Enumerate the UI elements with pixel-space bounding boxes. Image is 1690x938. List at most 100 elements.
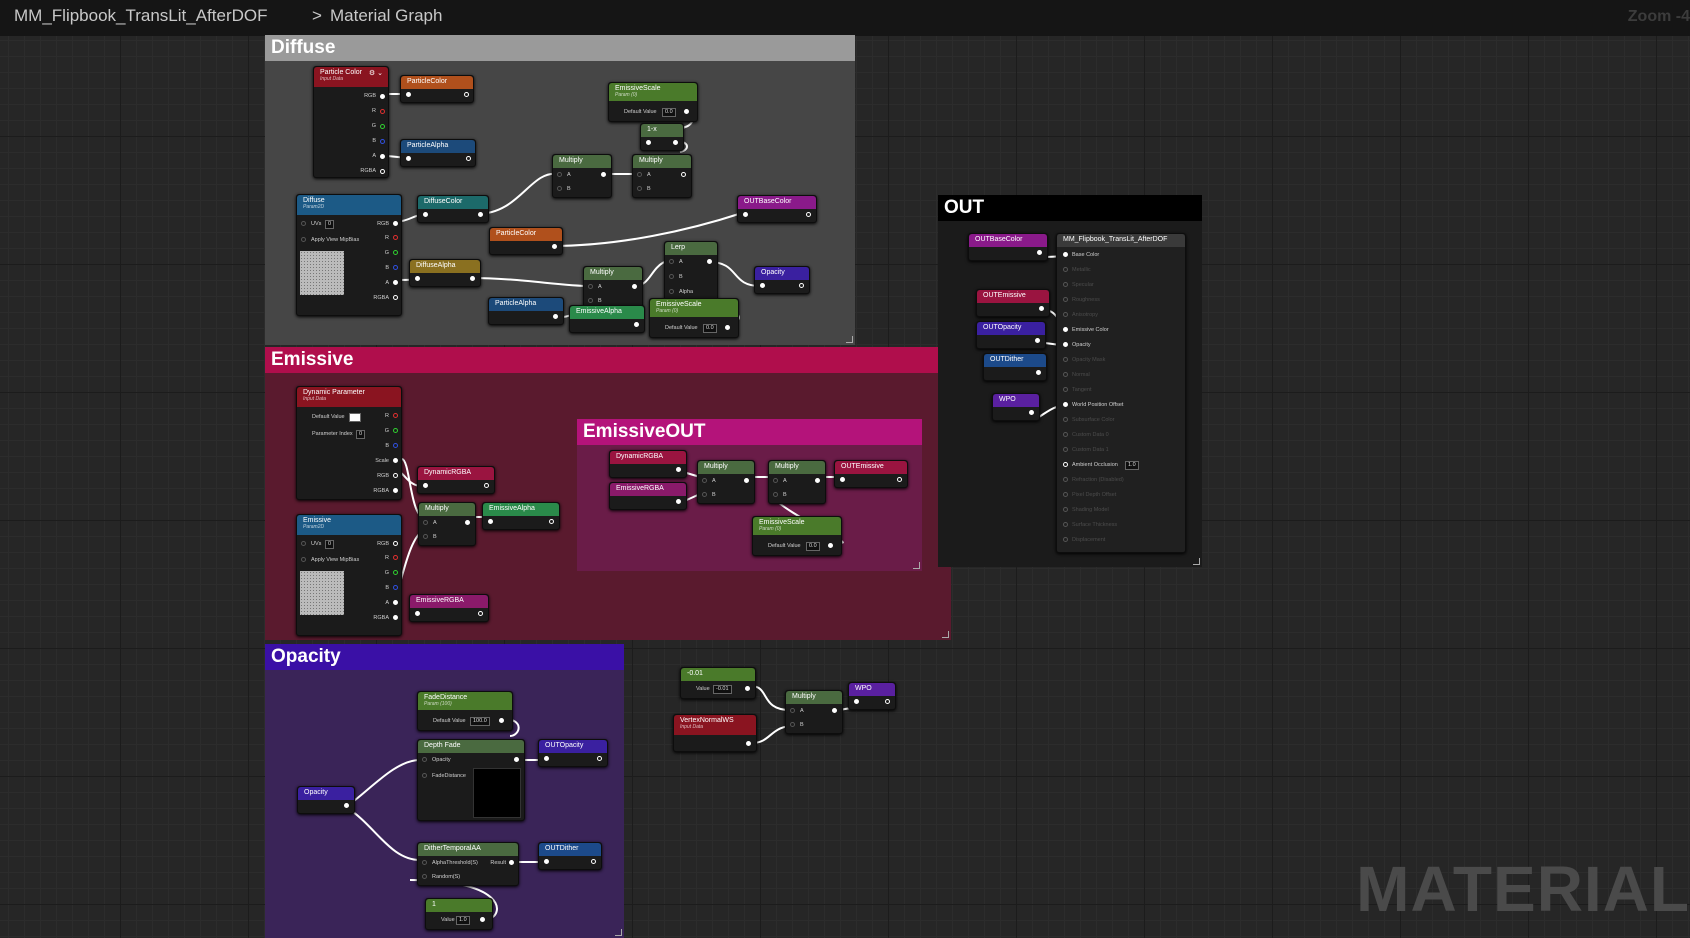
node-header[interactable]: EmissiveScale Param (0)	[609, 83, 697, 101]
multiply-node-3[interactable]: Multiply A B	[583, 266, 643, 310]
output-pin[interactable]	[673, 140, 678, 145]
node-header[interactable]: EmissiveScale Param (0)	[650, 299, 738, 317]
input-pin[interactable]	[702, 478, 707, 483]
node-header[interactable]: OUTBaseColor	[738, 196, 816, 209]
node-header[interactable]: Multiply	[419, 503, 475, 516]
dynamic-rgba-set[interactable]: DynamicRGBA	[417, 466, 495, 494]
input-pin[interactable]	[406, 156, 411, 161]
output-pin[interactable]	[380, 154, 385, 159]
result-input-pin[interactable]	[1063, 432, 1068, 437]
output-pin[interactable]	[815, 478, 820, 483]
node-header[interactable]: ParticleColor	[490, 228, 562, 241]
value-field[interactable]: 100.0	[470, 717, 490, 726]
node-header[interactable]: FadeDistance Param (100)	[418, 692, 512, 710]
output-pin[interactable]	[380, 94, 385, 99]
diffuse-color-reroute[interactable]: DiffuseColor	[417, 195, 489, 223]
node-header[interactable]: OUTEmissive	[977, 290, 1049, 303]
result-input-pin[interactable]	[1063, 402, 1068, 407]
multiply-node-o1[interactable]: Multiply A B	[697, 460, 755, 504]
out-base-color-set[interactable]: OUTBaseColor	[737, 195, 817, 223]
input-pin[interactable]	[669, 274, 674, 279]
output-pin[interactable]	[393, 295, 398, 300]
node-header[interactable]: EmissiveRGBA	[410, 595, 488, 608]
input-pin[interactable]	[422, 860, 427, 865]
output-pin[interactable]	[380, 124, 385, 129]
result-input-pin[interactable]	[1063, 537, 1068, 542]
value-field[interactable]: 0.0	[662, 108, 676, 117]
input-pin[interactable]	[637, 172, 642, 177]
output-pin[interactable]	[499, 718, 504, 723]
result-input-pin[interactable]	[1063, 282, 1068, 287]
input-pin[interactable]	[588, 284, 593, 289]
input-pin[interactable]	[488, 519, 493, 524]
result-input-pin[interactable]	[1063, 387, 1068, 392]
node-header[interactable]: Multiply	[584, 267, 642, 280]
output-pin[interactable]	[344, 803, 349, 808]
multiply-node-o2[interactable]: Multiply A B	[768, 460, 826, 504]
result-input-pin[interactable]	[1063, 312, 1068, 317]
input-pin[interactable]	[423, 534, 428, 539]
out-opacity-set[interactable]: OUTOpacity	[538, 739, 608, 767]
input-pin[interactable]	[773, 492, 778, 497]
input-pin[interactable]	[773, 478, 778, 483]
output-pin[interactable]	[832, 708, 837, 713]
node-header[interactable]: Multiply	[633, 155, 691, 168]
output-pin[interactable]	[681, 172, 686, 177]
output-pin[interactable]	[393, 250, 398, 255]
output-pin[interactable]	[746, 741, 751, 746]
input-pin[interactable]	[406, 92, 411, 97]
node-header[interactable]: Dynamic Parameter Input Data	[297, 387, 401, 407]
node-header[interactable]: -0.01	[681, 668, 755, 681]
output-pin[interactable]	[393, 265, 398, 270]
input-pin[interactable]	[743, 212, 748, 217]
node-header[interactable]: EmissiveAlpha	[570, 306, 644, 319]
emissive-texture-param[interactable]: Emissive Param2D UVs 0 Apply View MipBia…	[296, 514, 402, 636]
input-pin[interactable]	[840, 477, 845, 482]
multiply-node-e1[interactable]: Multiply A B	[418, 502, 476, 546]
node-header[interactable]: DiffuseColor	[418, 196, 488, 209]
output-pin[interactable]	[725, 325, 730, 330]
output-pin[interactable]	[393, 443, 398, 448]
output-pin[interactable]	[380, 169, 385, 174]
multiply-node-2[interactable]: Multiply A B	[632, 154, 692, 198]
resize-grip-icon[interactable]	[615, 929, 622, 936]
output-pin[interactable]	[632, 284, 637, 289]
output-pin[interactable]	[393, 570, 398, 575]
input-pin[interactable]	[423, 520, 428, 525]
input-pin[interactable]	[422, 874, 427, 879]
node-header[interactable]: ParticleAlpha	[489, 298, 563, 311]
resize-grip-icon[interactable]	[1193, 558, 1200, 565]
input-pin[interactable]	[669, 259, 674, 264]
input-pin[interactable]	[423, 483, 428, 488]
output-pin[interactable]	[393, 555, 398, 560]
node-header[interactable]: ParticleAlpha	[401, 140, 475, 153]
output-pin[interactable]	[393, 280, 398, 285]
input-pin[interactable]	[790, 708, 795, 713]
emissive-rgba-set[interactable]: EmissiveRGBA	[409, 594, 489, 622]
out-dither-get[interactable]: OUTDither	[983, 353, 1047, 381]
input-pin[interactable]	[854, 699, 859, 704]
output-pin[interactable]	[744, 478, 749, 483]
output-pin[interactable]	[885, 699, 890, 704]
result-input-pin[interactable]	[1063, 492, 1068, 497]
result-input-pin[interactable]	[1063, 522, 1068, 527]
output-pin[interactable]	[380, 139, 385, 144]
result-input-pin[interactable]	[1063, 327, 1068, 332]
value-field[interactable]: 0	[325, 220, 335, 229]
output-pin[interactable]	[828, 543, 833, 548]
constant-negative-node[interactable]: -0.01 Value -0.01	[680, 667, 756, 699]
material-result-node[interactable]: MM_Flipbook_TransLit_AfterDOF Base Color…	[1056, 233, 1186, 553]
output-pin[interactable]	[514, 757, 519, 762]
output-pin[interactable]	[549, 519, 554, 524]
input-pin[interactable]	[301, 221, 306, 226]
collapse-chevron-icon[interactable]: ⚙ ⌄	[369, 69, 383, 77]
out-base-color-get[interactable]: OUTBaseColor	[968, 233, 1048, 261]
input-pin[interactable]	[790, 722, 795, 727]
node-header[interactable]: OUTOpacity	[539, 740, 607, 753]
particle-alpha-get[interactable]: ParticleAlpha	[488, 297, 564, 325]
value-field[interactable]: 0.0	[806, 542, 820, 551]
input-pin[interactable]	[301, 541, 306, 546]
output-pin[interactable]	[464, 92, 469, 97]
result-input-pin[interactable]	[1063, 297, 1068, 302]
diffuse-alpha-reroute[interactable]: DiffuseAlpha	[409, 259, 481, 287]
